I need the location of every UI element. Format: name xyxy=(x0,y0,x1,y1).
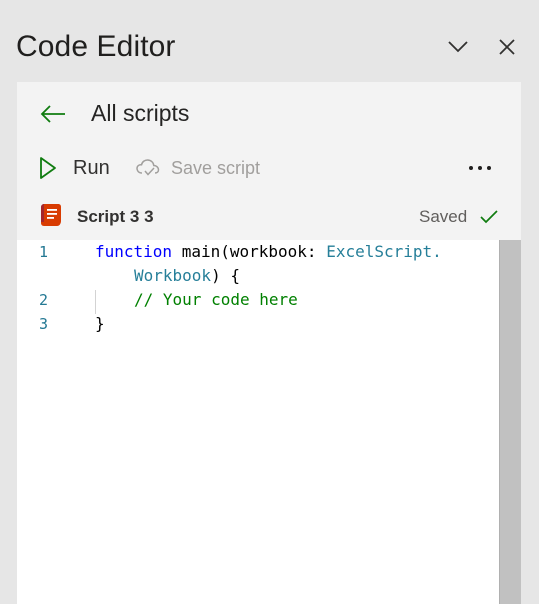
play-icon xyxy=(40,157,56,179)
more-options-icon xyxy=(467,166,494,170)
all-scripts-link[interactable]: All scripts xyxy=(91,100,189,127)
code-line: } xyxy=(95,314,105,333)
save-script-button[interactable]: Save script xyxy=(135,153,260,183)
line-number: 2 xyxy=(39,291,49,309)
script-name[interactable]: Script 3 3 xyxy=(77,207,154,227)
code-text: main(workbook: xyxy=(172,242,327,261)
back-button[interactable] xyxy=(39,102,67,126)
script-panel: All scripts Run Save script Script 3 3 S… xyxy=(17,82,521,604)
code-line-wrapped: Workbook) { xyxy=(134,266,240,285)
code-type: ExcelScript. xyxy=(326,242,442,261)
more-options-button[interactable] xyxy=(463,154,497,182)
code-text: } xyxy=(95,314,105,333)
close-pane-button[interactable] xyxy=(494,34,520,60)
code-editor-pane: Code Editor All scripts Run Save script … xyxy=(0,0,539,604)
cloud-save-icon xyxy=(136,159,160,176)
run-button[interactable]: Run xyxy=(39,153,110,183)
code-editor[interactable]: 1 2 3 function main(workbook: ExcelScrip… xyxy=(17,240,521,604)
line-number: 1 xyxy=(39,243,49,261)
arrow-left-icon xyxy=(40,105,65,123)
scrollbar-edge xyxy=(499,240,500,604)
code-line: function main(workbook: ExcelScript. xyxy=(95,242,442,261)
script-info-row: Script 3 3 Saved xyxy=(17,190,521,240)
back-navigation: All scripts xyxy=(17,82,521,144)
collapse-pane-button[interactable] xyxy=(445,34,471,60)
editor-scrollbar[interactable] xyxy=(499,240,521,604)
code-keyword: function xyxy=(95,242,173,261)
close-icon xyxy=(499,39,515,55)
editor-toolbar: Run Save script xyxy=(17,144,521,190)
run-label: Run xyxy=(73,156,110,179)
chevron-down-icon xyxy=(448,41,468,53)
code-type: Workbook xyxy=(134,266,212,285)
code-text: ) { xyxy=(211,266,240,285)
pane-title: Code Editor xyxy=(16,30,176,63)
code-line: // Your code here xyxy=(134,290,298,309)
save-script-label: Save script xyxy=(171,157,261,178)
code-comment: // Your code here xyxy=(134,290,298,309)
indent-guide xyxy=(95,290,96,314)
script-icon xyxy=(41,204,61,226)
pane-header: Code Editor xyxy=(0,0,539,82)
save-status-text: Saved xyxy=(419,207,468,226)
checkmark-icon xyxy=(480,210,498,224)
line-number: 3 xyxy=(39,315,49,333)
